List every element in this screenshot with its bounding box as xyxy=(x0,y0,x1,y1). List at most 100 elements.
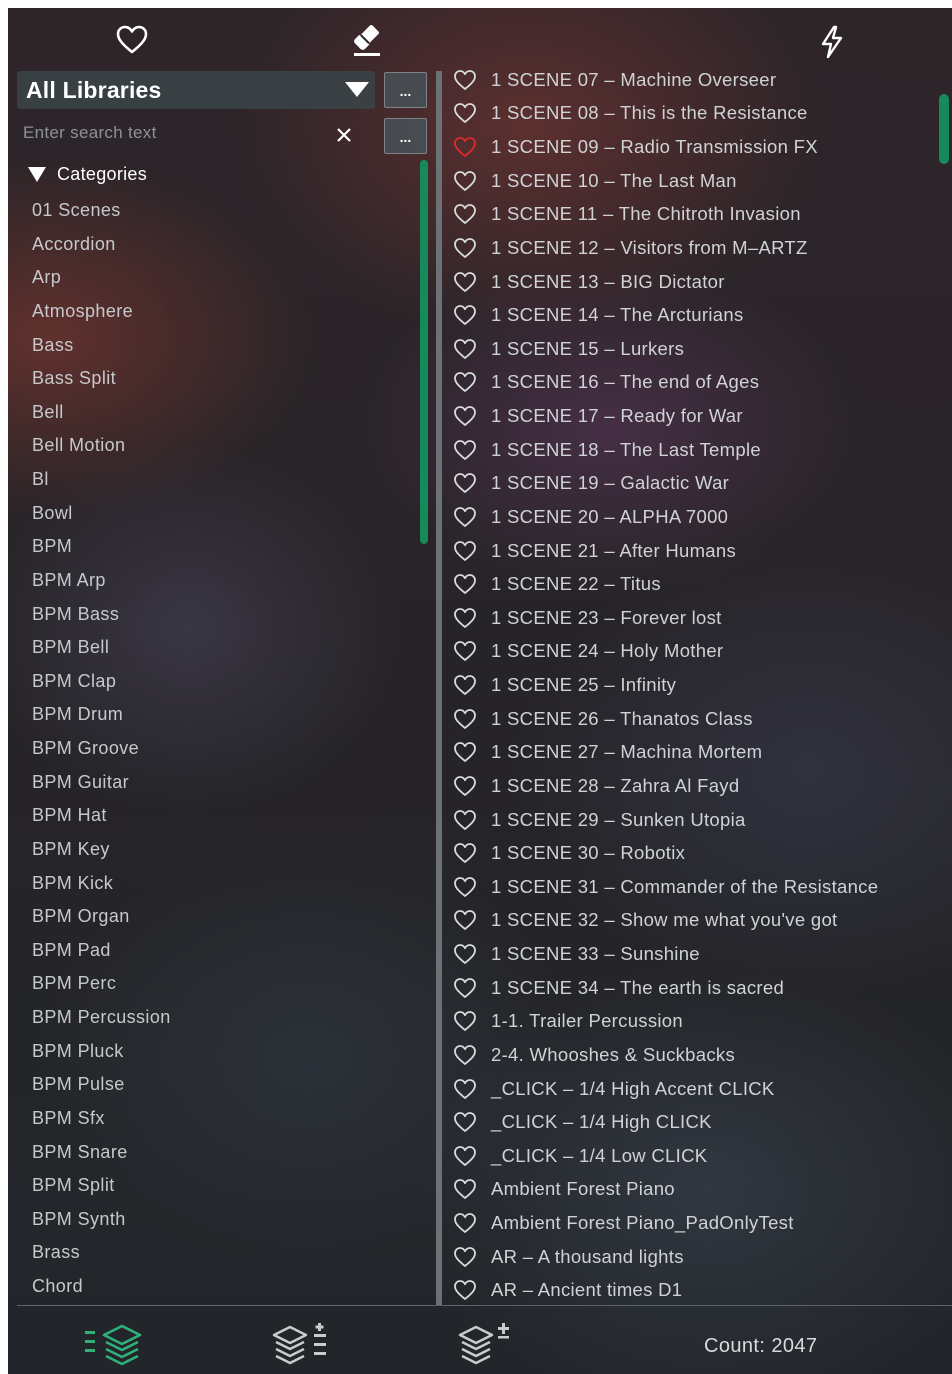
category-item[interactable]: BPM Pluck xyxy=(32,1035,412,1069)
favorite-heart-icon[interactable] xyxy=(453,69,479,91)
layers-sort-icon[interactable] xyxy=(270,1321,332,1374)
category-item[interactable]: BPM Hat xyxy=(32,799,412,833)
eraser-icon[interactable] xyxy=(350,22,384,58)
category-item[interactable]: BPM Kick xyxy=(32,867,412,901)
category-item[interactable]: BPM Bell xyxy=(32,631,412,665)
preset-row[interactable]: 1 SCENE 33 – Sunshine xyxy=(450,937,930,971)
category-item[interactable]: BPM Percussion xyxy=(32,1001,412,1035)
category-item[interactable]: BPM Perc xyxy=(32,967,412,1001)
clear-search-icon[interactable] xyxy=(334,125,354,145)
favorite-heart-icon[interactable] xyxy=(453,741,479,763)
category-item[interactable]: Bell xyxy=(32,396,412,430)
category-item[interactable]: BPM Arp xyxy=(32,564,412,598)
category-item[interactable]: BPM Guitar xyxy=(32,766,412,800)
preset-row[interactable]: 1 SCENE 32 – Show me what you've got xyxy=(450,904,930,938)
category-item[interactable]: Bell Motion xyxy=(32,429,412,463)
favorite-heart-icon[interactable] xyxy=(453,1078,479,1100)
preset-row[interactable]: 1 SCENE 10 – The Last Man xyxy=(450,164,930,198)
favorite-heart-icon[interactable] xyxy=(453,775,479,797)
favorite-heart-icon[interactable] xyxy=(453,540,479,562)
preset-row[interactable]: 1 SCENE 09 – Radio Transmission FX xyxy=(450,130,930,164)
category-item[interactable]: BPM Split xyxy=(32,1169,412,1203)
preset-row[interactable]: _CLICK – 1/4 Low CLICK xyxy=(450,1139,930,1173)
preset-row[interactable]: Ambient Forest Piano xyxy=(450,1173,930,1207)
preset-row[interactable]: 1 SCENE 14 – The Arcturians xyxy=(450,298,930,332)
preset-row[interactable]: 1 SCENE 20 – ALPHA 7000 xyxy=(450,500,930,534)
preset-row[interactable]: 1 SCENE 34 – The earth is sacred xyxy=(450,971,930,1005)
favorites-filter-icon[interactable] xyxy=(116,24,148,56)
category-item[interactable]: Bowl xyxy=(32,497,412,531)
category-item[interactable]: BPM Pad xyxy=(32,934,412,968)
preset-scrollbar-thumb[interactable] xyxy=(939,94,949,164)
favorite-heart-icon[interactable] xyxy=(453,271,479,293)
preset-row[interactable]: 1 SCENE 27 – Machina Mortem xyxy=(450,736,930,770)
category-item[interactable]: Atmosphere xyxy=(32,295,412,329)
favorite-heart-icon[interactable] xyxy=(453,1111,479,1133)
library-more-button[interactable]: ... xyxy=(384,72,427,108)
library-dropdown[interactable]: All Libraries xyxy=(17,71,375,109)
preset-row[interactable]: 1 SCENE 08 – This is the Resistance xyxy=(450,97,930,131)
category-item[interactable]: BPM Pulse xyxy=(32,1068,412,1102)
category-item[interactable]: BPM Key xyxy=(32,833,412,867)
layers-add-icon[interactable] xyxy=(454,1321,516,1374)
search-input[interactable] xyxy=(17,117,375,149)
preset-row[interactable]: 1 SCENE 24 – Holy Mother xyxy=(450,635,930,669)
favorite-heart-icon[interactable] xyxy=(453,472,479,494)
preset-row[interactable]: 1 SCENE 11 – The Chitroth Invasion xyxy=(450,198,930,232)
category-item[interactable]: Accordion xyxy=(32,228,412,262)
categories-toggle[interactable]: Categories xyxy=(28,163,147,185)
favorite-heart-icon[interactable] xyxy=(453,573,479,595)
favorite-heart-icon[interactable] xyxy=(453,1246,479,1268)
category-item[interactable]: BPM Clap xyxy=(32,665,412,699)
category-item[interactable]: 01 Scenes xyxy=(32,194,412,228)
favorite-heart-icon[interactable] xyxy=(453,439,479,461)
favorite-heart-icon[interactable] xyxy=(453,674,479,696)
category-item[interactable]: Bl xyxy=(32,463,412,497)
preset-row[interactable]: 1 SCENE 22 – Titus xyxy=(450,567,930,601)
preset-row[interactable]: 1 SCENE 12 – Visitors from M–ARTZ xyxy=(450,231,930,265)
category-item[interactable]: BPM xyxy=(32,530,412,564)
favorite-heart-icon[interactable] xyxy=(453,136,479,158)
preset-row[interactable]: 1-1. Trailer Percussion xyxy=(450,1005,930,1039)
favorite-heart-icon[interactable] xyxy=(453,943,479,965)
preset-row[interactable]: 2-4. Whooshes & Suckbacks xyxy=(450,1038,930,1072)
preset-row[interactable]: 1 SCENE 07 – Machine Overseer xyxy=(450,63,930,97)
category-item[interactable]: Arp xyxy=(32,261,412,295)
preset-row[interactable]: 1 SCENE 17 – Ready for War xyxy=(450,399,930,433)
favorite-heart-icon[interactable] xyxy=(453,405,479,427)
preset-row[interactable]: 1 SCENE 25 – Infinity xyxy=(450,668,930,702)
pane-divider[interactable] xyxy=(436,71,442,1306)
preset-row[interactable]: 1 SCENE 31 – Commander of the Resistance xyxy=(450,870,930,904)
category-item[interactable]: BPM Sfx xyxy=(32,1102,412,1136)
favorite-heart-icon[interactable] xyxy=(453,909,479,931)
favorite-heart-icon[interactable] xyxy=(453,1212,479,1234)
preset-row[interactable]: 1 SCENE 19 – Galactic War xyxy=(450,467,930,501)
category-item[interactable]: Bass Split xyxy=(32,362,412,396)
category-item[interactable]: Brass xyxy=(32,1236,412,1270)
preset-row[interactable]: 1 SCENE 21 – After Humans xyxy=(450,534,930,568)
favorite-heart-icon[interactable] xyxy=(453,1145,479,1167)
favorite-heart-icon[interactable] xyxy=(453,371,479,393)
preset-row[interactable]: 1 SCENE 26 – Thanatos Class xyxy=(450,702,930,736)
favorite-heart-icon[interactable] xyxy=(453,338,479,360)
favorite-heart-icon[interactable] xyxy=(453,170,479,192)
favorite-heart-icon[interactable] xyxy=(453,1010,479,1032)
preset-row[interactable]: AR – Ancient times D1 xyxy=(450,1274,930,1308)
preset-row[interactable]: 1 SCENE 23 – Forever lost xyxy=(450,601,930,635)
preset-row[interactable]: 1 SCENE 29 – Sunken Utopia xyxy=(450,803,930,837)
category-item[interactable]: BPM Drum xyxy=(32,698,412,732)
preset-row[interactable]: _CLICK – 1/4 High Accent CLICK xyxy=(450,1072,930,1106)
category-item[interactable]: BPM Bass xyxy=(32,598,412,632)
favorite-heart-icon[interactable] xyxy=(453,708,479,730)
preset-row[interactable]: 1 SCENE 18 – The Last Temple xyxy=(450,433,930,467)
preset-row[interactable]: AR – A thousand lights xyxy=(450,1240,930,1274)
favorite-heart-icon[interactable] xyxy=(453,1178,479,1200)
preset-row[interactable]: _CLICK – 1/4 High CLICK xyxy=(450,1105,930,1139)
layers-list-icon[interactable] xyxy=(84,1321,146,1374)
favorite-heart-icon[interactable] xyxy=(453,640,479,662)
favorite-heart-icon[interactable] xyxy=(453,237,479,259)
favorite-heart-icon[interactable] xyxy=(453,607,479,629)
preset-row[interactable]: Ambient Forest Piano_PadOnlyTest xyxy=(450,1206,930,1240)
favorite-heart-icon[interactable] xyxy=(453,1279,479,1301)
category-item[interactable]: BPM Synth xyxy=(32,1203,412,1237)
